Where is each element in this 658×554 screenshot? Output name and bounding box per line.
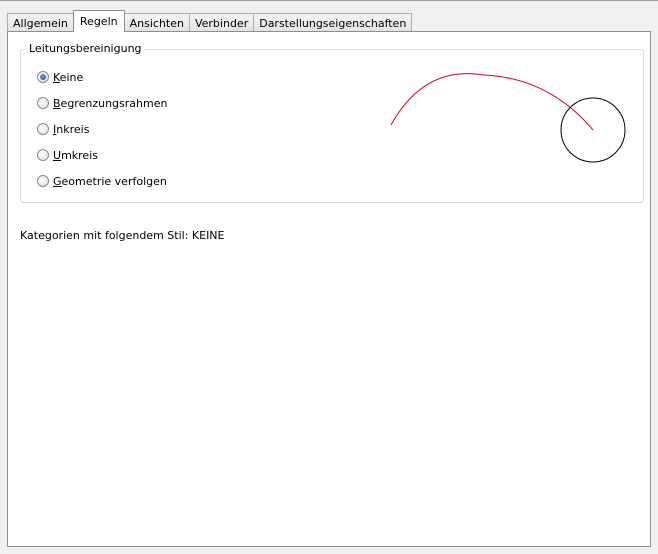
radio-begrenzungsrahmen[interactable]: Begrenzungsrahmen	[37, 95, 167, 111]
radio-umkreis[interactable]: Umkreis	[37, 147, 98, 163]
radio-label-geometrie-verfolgen: Geometrie verfolgen	[53, 174, 167, 188]
leitungsbereinigung-group: Leitungsbereinigung Keine Begrenzungsrah…	[20, 42, 644, 203]
tab-bar: Allgemein Regeln Ansichten Verbinder Dar…	[7, 10, 413, 32]
tab-panel-regeln: Leitungsbereinigung Keine Begrenzungsrah…	[7, 31, 651, 547]
tab-regeln[interactable]: Regeln	[72, 10, 125, 32]
radio-button[interactable]	[37, 97, 49, 109]
radio-keine[interactable]: Keine	[37, 69, 83, 85]
dialog-window: Allgemein Regeln Ansichten Verbinder Dar…	[0, 0, 658, 554]
tab-darstellungseigenschaften[interactable]: Darstellungseigenschaften	[253, 13, 413, 32]
category-style-text: Kategorien mit folgendem Stil: KEINE	[20, 229, 225, 242]
radio-inkreis[interactable]: Inkreis	[37, 121, 89, 137]
radio-button-checked[interactable]	[37, 71, 49, 83]
radio-button[interactable]	[37, 175, 49, 187]
cleanup-preview-image	[390, 73, 626, 163]
radio-geometrie-verfolgen[interactable]: Geometrie verfolgen	[37, 173, 167, 189]
radio-label-keine: Keine	[53, 70, 84, 84]
radio-button[interactable]	[37, 149, 49, 161]
tab-ansichten[interactable]: Ansichten	[123, 13, 190, 32]
preview-arc	[390, 73, 594, 131]
group-title: Leitungsbereinigung	[26, 42, 145, 55]
radio-label-umkreis: Umkreis	[53, 148, 98, 162]
tab-verbinder[interactable]: Verbinder	[188, 13, 255, 32]
radio-label-begrenzungsrahmen: Begrenzungsrahmen	[53, 96, 168, 110]
radio-button[interactable]	[37, 123, 49, 135]
radio-label-inkreis: Inkreis	[53, 122, 90, 136]
tab-allgemein[interactable]: Allgemein	[7, 13, 74, 32]
